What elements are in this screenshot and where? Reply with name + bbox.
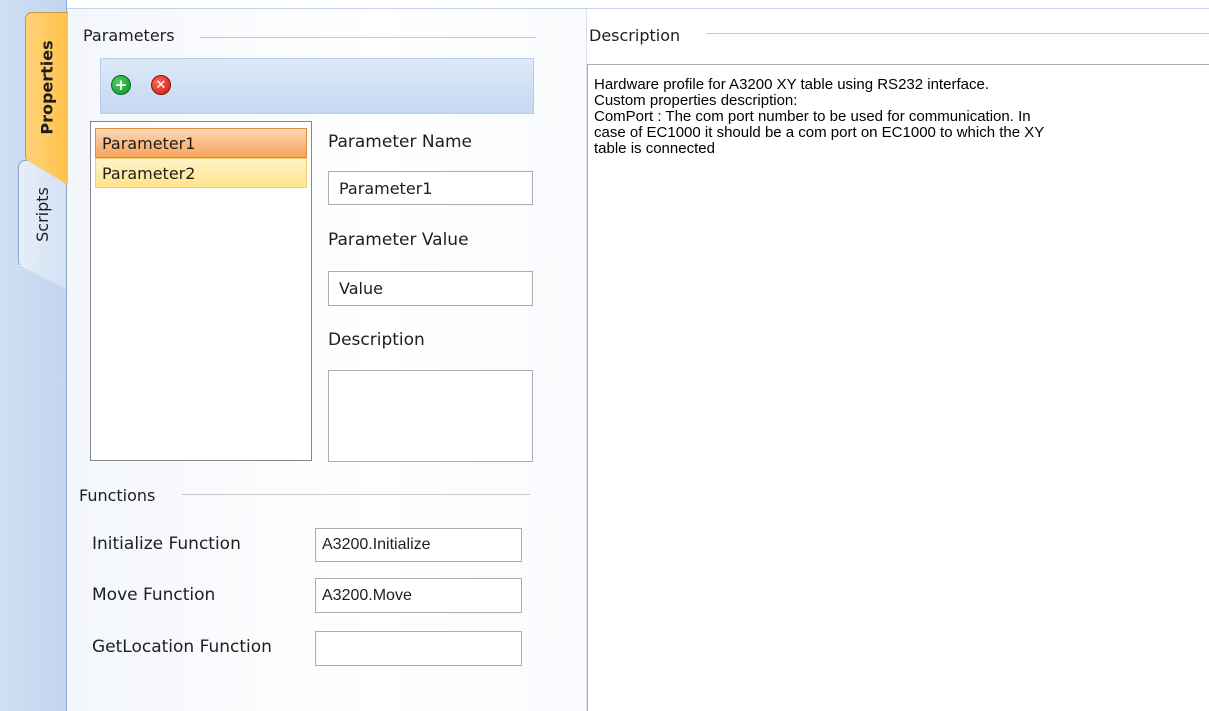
tab-properties-label: Properties bbox=[37, 39, 57, 135]
list-item-label: Parameter2 bbox=[102, 163, 196, 183]
parameter-description-label: Description bbox=[328, 330, 425, 350]
parameters-group-line bbox=[200, 37, 536, 38]
parameters-group-title: Parameters bbox=[83, 26, 175, 45]
parameter-value-label: Parameter Value bbox=[328, 230, 469, 250]
description-line: table is connected bbox=[594, 140, 715, 157]
initialize-function-label: Initialize Function bbox=[92, 534, 241, 554]
description-line: ComPort : The com port number to be used… bbox=[594, 108, 1031, 125]
description-line: case of EC1000 it should be a com port o… bbox=[594, 124, 1045, 141]
getlocation-function-label: GetLocation Function bbox=[92, 637, 272, 657]
parameters-toolbar: + ✕ bbox=[100, 58, 534, 114]
add-circle-icon[interactable]: + bbox=[111, 75, 131, 95]
description-line: Custom properties description: bbox=[594, 92, 798, 109]
tab-scripts-label: Scripts bbox=[33, 186, 52, 242]
parameter-list[interactable]: Parameter1 Parameter2 bbox=[90, 121, 312, 461]
parameter-description-field[interactable] bbox=[328, 370, 533, 462]
description-group-line bbox=[706, 33, 1209, 34]
parameter-name-label: Parameter Name bbox=[328, 132, 473, 152]
functions-group-title: Functions bbox=[79, 486, 156, 505]
list-item-parameter2[interactable]: Parameter2 bbox=[95, 158, 307, 188]
remove-circle-icon[interactable]: ✕ bbox=[151, 75, 171, 95]
move-function-label: Move Function bbox=[92, 585, 216, 605]
vertical-tab-strip: Properties Scripts bbox=[0, 0, 68, 711]
list-item-parameter1[interactable]: Parameter1 bbox=[95, 128, 307, 158]
initialize-function-field[interactable]: A3200.Initialize bbox=[315, 528, 522, 562]
description-group-title: Description bbox=[589, 26, 681, 45]
parameter-value-field[interactable]: Value bbox=[328, 271, 533, 306]
tab-properties[interactable]: Properties bbox=[25, 12, 68, 162]
list-item-label: Parameter1 bbox=[102, 133, 196, 153]
description-text-area[interactable]: Hardware profile for A3200 XY table usin… bbox=[587, 64, 1209, 711]
parameter-name-field[interactable]: Parameter1 bbox=[328, 171, 533, 205]
description-line: Hardware profile for A3200 XY table usin… bbox=[594, 76, 989, 93]
move-function-field[interactable]: A3200.Move bbox=[315, 578, 522, 613]
functions-group-line bbox=[182, 494, 530, 495]
properties-window: Properties Scripts Parameters + ✕ Parame… bbox=[0, 0, 1209, 711]
getlocation-function-field[interactable] bbox=[315, 631, 522, 666]
